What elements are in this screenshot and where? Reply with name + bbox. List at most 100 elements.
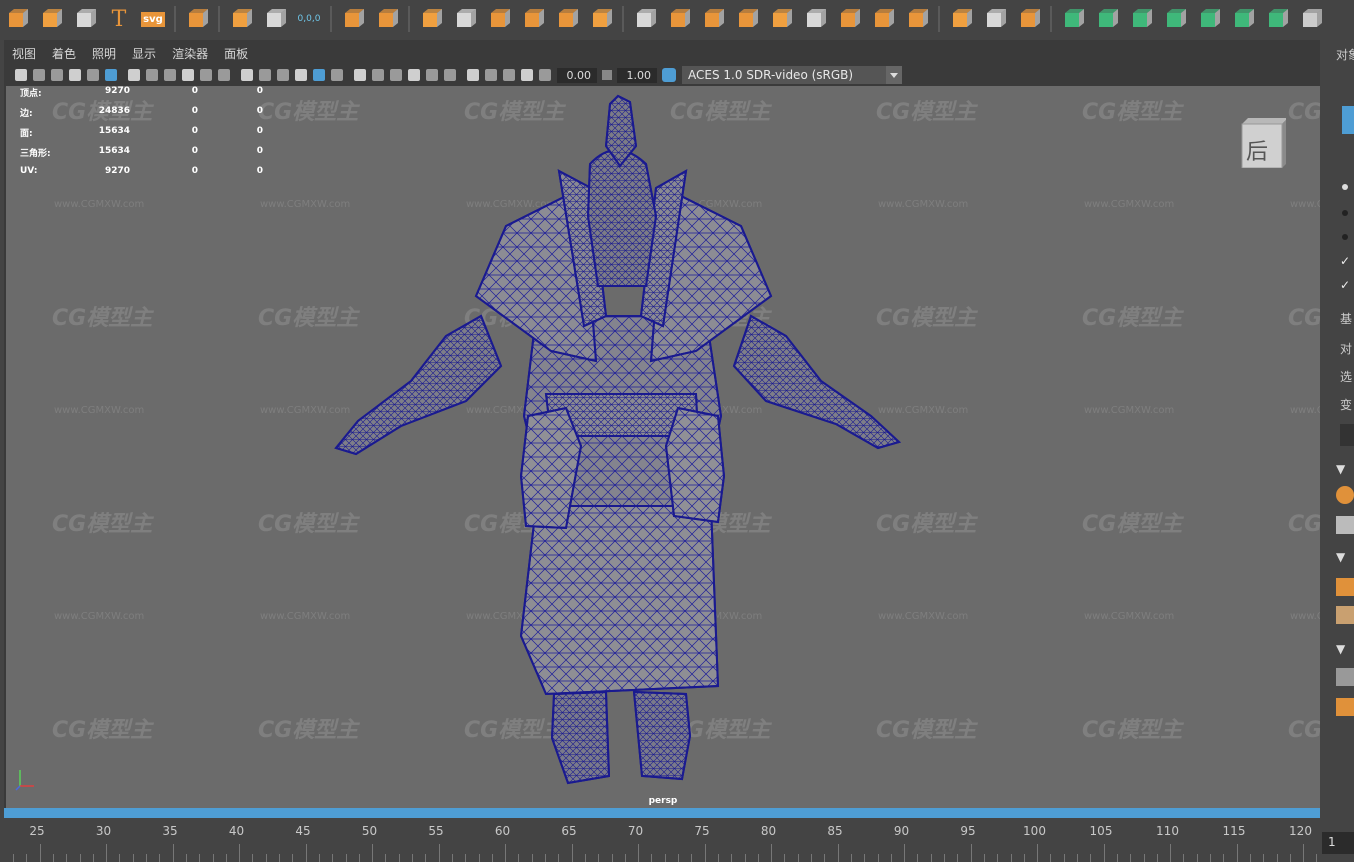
image-plane-icon[interactable] [69,69,81,81]
xray-joints-icon[interactable] [503,69,515,81]
green-checker-icon[interactable] [1230,6,1256,32]
menu-renderer[interactable]: 渲染器 [172,45,208,62]
sphere-tool-icon[interactable] [1336,486,1354,504]
green-snake-icon[interactable] [1196,6,1222,32]
expand-arrow-icon[interactable] [1340,424,1354,446]
wireframe-icon[interactable] [259,69,271,81]
tab-icon[interactable] [1342,106,1354,134]
look-through-icon[interactable] [228,6,254,32]
3d-viewport[interactable]: CG模型主 www.CGMXW.com CG模型主 www.CGMXW.com CG模型… [6,86,1320,808]
snap-icon[interactable] [87,69,99,81]
radio-1-icon[interactable] [1342,184,1348,190]
time-slider[interactable]: 25 30 35 40 45 50 55 60 65 70 75 80 85 90 95 100 105 110 1… [0,818,1331,862]
check-1-icon[interactable]: ✓ [1340,254,1350,268]
safe-action-icon[interactable] [218,69,230,81]
sphere-cube-icon[interactable] [904,6,930,32]
select-lasso-icon[interactable] [340,6,366,32]
smooth-shade-icon[interactable] [277,69,289,81]
green-pipe-icon[interactable] [1264,6,1290,32]
box-3d-icon[interactable] [700,6,726,32]
box-icon[interactable] [452,6,478,32]
box-tool-icon[interactable] [1336,578,1354,596]
collapse-2-icon[interactable]: ▼ [1336,550,1345,564]
frame-icon[interactable] [870,6,896,32]
dof-icon[interactable] [444,69,456,81]
shadows-icon[interactable] [372,69,384,81]
cube-tool-icon[interactable] [1336,698,1354,716]
extrude-icon[interactable] [666,6,692,32]
cube-arrow-icon[interactable] [554,6,580,32]
pen-tool-icon[interactable] [1336,668,1354,686]
xray-components-icon[interactable] [521,69,533,81]
aa-icon[interactable] [426,69,438,81]
menu-shading[interactable]: 着色 [52,45,76,62]
gamma-icon[interactable] [602,70,612,80]
field-chart-icon[interactable] [200,69,212,81]
collapse-1-icon[interactable]: ▼ [1336,462,1345,476]
collapse-3-icon[interactable]: ▼ [1336,642,1345,656]
radio-2-icon[interactable] [1342,210,1348,216]
gamma-field[interactable]: 1.00 [617,67,657,83]
attribute-tab[interactable]: 对象 [1336,46,1354,63]
green-cylinder-icon[interactable] [1094,6,1120,32]
grid-toggle-icon[interactable] [128,69,140,81]
grid-tool-icon[interactable] [1336,516,1354,534]
cube-circle-icon[interactable] [588,6,614,32]
green-cube-icon[interactable] [1060,6,1086,32]
spring-icon[interactable] [72,6,98,32]
colorspace-dropdown[interactable]: ACES 1.0 SDR-video (sRGB) [682,66,902,84]
check-2-icon[interactable]: ✓ [1340,278,1350,292]
diamond-tool-icon[interactable] [4,6,30,32]
exposure-field[interactable]: 0.00 [557,67,597,83]
gate-mask-icon[interactable] [182,69,194,81]
camera-attr-icon[interactable] [33,69,45,81]
cube-stack-icon[interactable] [520,6,546,32]
grease-pencil-icon[interactable] [105,69,117,81]
cube-bevel-icon[interactable] [734,6,760,32]
lights-icon[interactable] [354,69,366,81]
backface-icon[interactable] [539,69,551,81]
isolate-icon[interactable] [467,69,479,81]
pen-curve-icon[interactable] [1016,6,1042,32]
sphere-icon[interactable] [768,6,794,32]
snap-icon[interactable] [262,6,288,32]
camera-icon[interactable] [15,69,27,81]
bounding-box-icon[interactable] [982,6,1008,32]
green-cone-icon[interactable] [1128,6,1154,32]
menu-show[interactable]: 显示 [132,45,156,62]
wire-on-shaded-icon[interactable] [313,69,325,81]
armored-warrior-model[interactable] [6,86,1320,808]
sparkle-icon[interactable] [38,6,64,32]
resolution-gate-icon[interactable] [164,69,176,81]
current-frame-field[interactable]: 1 [1322,832,1354,854]
menu-lighting[interactable]: 照明 [92,45,116,62]
svg-icon[interactable]: svg [140,6,166,32]
cube-group-icon[interactable] [418,6,444,32]
color-management-icon[interactable] [662,68,676,82]
grid-icon[interactable] [184,6,210,32]
planes-tool-icon[interactable] [1336,606,1354,624]
ssao-icon[interactable] [390,69,402,81]
green-box-icon[interactable] [1162,6,1188,32]
coord-readout-icon[interactable]: 0,0,0 [296,6,322,32]
film-gate-icon[interactable] [146,69,158,81]
menu-panels[interactable]: 面板 [224,45,248,62]
bookmark-icon[interactable] [51,69,63,81]
menu-view[interactable]: 视图 [12,45,36,62]
playback-range-bar[interactable] [4,808,1320,818]
xray-icon[interactable] [485,69,497,81]
safe-title-icon[interactable] [241,69,253,81]
radio-3-icon[interactable] [1342,234,1348,240]
plane-stack-icon[interactable] [836,6,862,32]
default-material-icon[interactable] [295,69,307,81]
plane-icon[interactable] [374,6,400,32]
bridge-icon[interactable] [802,6,828,32]
cube-cut-icon[interactable] [632,6,658,32]
cube-grid-icon[interactable] [486,6,512,32]
close-x-icon[interactable] [1298,6,1324,32]
view-cube[interactable]: 后 [1238,116,1288,169]
text-t-icon[interactable]: T [106,6,132,32]
motion-blur-icon[interactable] [408,69,420,81]
pen-icon[interactable] [948,6,974,32]
textured-icon[interactable] [331,69,343,81]
